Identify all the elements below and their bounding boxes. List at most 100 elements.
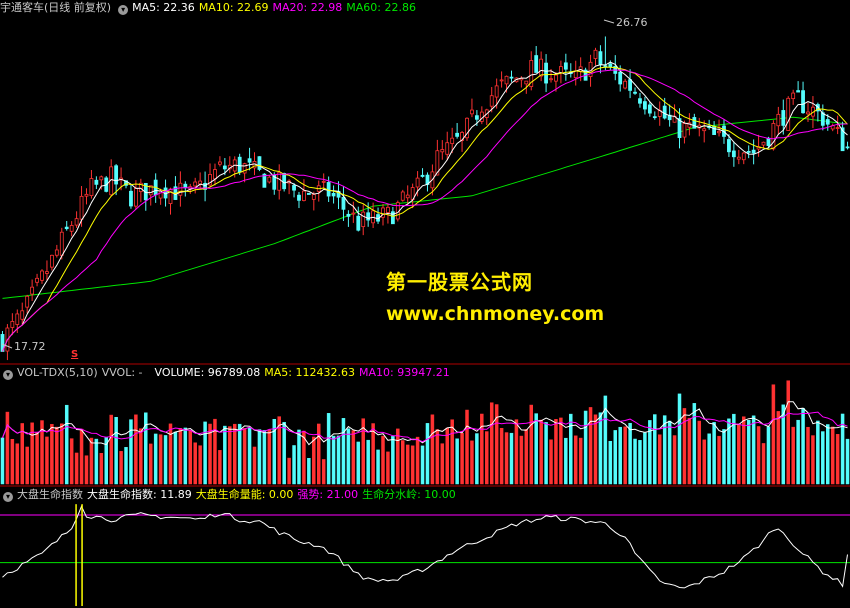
volume-bar bbox=[544, 422, 548, 485]
signal-marker: S bbox=[71, 349, 79, 360]
candle-body bbox=[835, 127, 840, 129]
candle-body bbox=[267, 176, 272, 183]
volume-bar bbox=[321, 459, 326, 485]
candle-body bbox=[559, 66, 563, 74]
candle-body bbox=[218, 161, 222, 165]
candle-body bbox=[134, 187, 138, 207]
candle-body bbox=[445, 142, 450, 155]
volume-bar bbox=[405, 444, 410, 485]
volume-bar bbox=[257, 429, 262, 485]
volume-bar bbox=[489, 402, 494, 485]
candle-body bbox=[702, 128, 707, 132]
candle-body bbox=[213, 169, 217, 180]
volume-ma5-label: MA5: 112432.63 bbox=[264, 366, 355, 379]
volume-bar bbox=[129, 419, 133, 485]
candle-body bbox=[84, 193, 89, 197]
settings-icon[interactable]: ▾ bbox=[3, 370, 13, 380]
volume-bar bbox=[45, 436, 49, 485]
volume-bar bbox=[648, 420, 652, 485]
candle-body bbox=[54, 249, 59, 256]
candle-body bbox=[771, 123, 776, 150]
volume-bar bbox=[420, 445, 425, 485]
volume-bar bbox=[287, 457, 291, 485]
candle-body bbox=[845, 146, 850, 149]
volume-bar bbox=[198, 445, 202, 485]
candle-body bbox=[741, 152, 746, 161]
volume-bar bbox=[470, 440, 474, 485]
volume-bar bbox=[578, 437, 583, 485]
volume-bar bbox=[341, 418, 346, 485]
volume-bar bbox=[618, 426, 622, 485]
volume-bar bbox=[297, 429, 301, 485]
candle-body bbox=[351, 212, 356, 215]
candle-body bbox=[129, 190, 133, 207]
candle-body bbox=[474, 115, 479, 120]
volume-bar bbox=[830, 426, 835, 485]
candle-body bbox=[311, 194, 316, 200]
volume-bar bbox=[356, 441, 361, 485]
settings-icon[interactable]: ▾ bbox=[118, 5, 129, 15]
volume-bar bbox=[702, 439, 706, 485]
indicator-lines-group bbox=[0, 504, 850, 606]
volume-bar bbox=[657, 434, 662, 485]
candle-body bbox=[499, 79, 504, 82]
candle-body bbox=[731, 150, 736, 158]
volume-bar bbox=[672, 435, 677, 485]
volume-bar bbox=[307, 458, 311, 485]
candle-body bbox=[470, 109, 474, 115]
volume-bar bbox=[188, 430, 193, 485]
volume-bar bbox=[811, 435, 815, 485]
volume-bar bbox=[821, 431, 825, 485]
candle-body bbox=[35, 277, 39, 283]
settings-icon[interactable]: ▾ bbox=[3, 492, 13, 502]
volume-bar bbox=[816, 420, 820, 485]
divide-label: 生命分水岭: 10.00 bbox=[362, 488, 456, 501]
volume-bar bbox=[336, 435, 341, 485]
volume-bar bbox=[74, 452, 79, 485]
candle-body bbox=[45, 271, 49, 274]
volume-bar bbox=[450, 419, 454, 485]
candle-body bbox=[766, 137, 771, 146]
volume-bar bbox=[796, 419, 800, 485]
watermark-url: www.chnmoney.com bbox=[386, 303, 605, 325]
volume-bar bbox=[588, 407, 593, 485]
volume-bar bbox=[761, 443, 766, 485]
volume-bar bbox=[139, 428, 143, 485]
volume-bar bbox=[623, 426, 627, 485]
volume-bar bbox=[499, 427, 504, 485]
candle-body bbox=[544, 62, 548, 84]
volume-bar bbox=[613, 430, 618, 485]
volume-bar bbox=[717, 435, 721, 485]
volume-bar bbox=[267, 429, 272, 485]
life-index-line bbox=[2, 505, 848, 589]
candle-body bbox=[242, 163, 247, 174]
volume-bar bbox=[524, 429, 529, 485]
candle-body bbox=[736, 156, 741, 160]
volume-bar bbox=[401, 440, 405, 485]
candle-body bbox=[321, 180, 326, 183]
volume-bar bbox=[203, 421, 207, 485]
volume-bar bbox=[262, 430, 267, 485]
volume-header: ▾ VOL-TDX(5,10) VVOL: - VOLUME: 96789.08 MA5… bbox=[0, 365, 454, 381]
volume-bar bbox=[20, 423, 24, 485]
volume-bar bbox=[475, 433, 479, 485]
candle-body bbox=[786, 97, 791, 131]
strong-label: 强势: 21.00 bbox=[297, 488, 359, 501]
candle-body bbox=[64, 226, 69, 230]
volume-bar bbox=[193, 442, 197, 485]
volume-bar bbox=[69, 438, 74, 485]
volume-bar bbox=[638, 440, 642, 485]
volume-bar bbox=[826, 424, 830, 485]
volume-bar bbox=[529, 404, 533, 485]
candle-body bbox=[450, 137, 455, 145]
energy-label: 大盘生命量能: 0.00 bbox=[195, 488, 294, 501]
high-pointer bbox=[603, 19, 615, 24]
candle-body bbox=[712, 125, 716, 135]
volume-bar bbox=[440, 443, 445, 485]
volume-bar bbox=[791, 426, 795, 485]
volume-bar bbox=[737, 423, 741, 485]
volume-bar bbox=[55, 426, 59, 485]
volume-bar bbox=[534, 413, 538, 485]
candle-body bbox=[643, 101, 647, 110]
candle-body bbox=[282, 172, 287, 190]
